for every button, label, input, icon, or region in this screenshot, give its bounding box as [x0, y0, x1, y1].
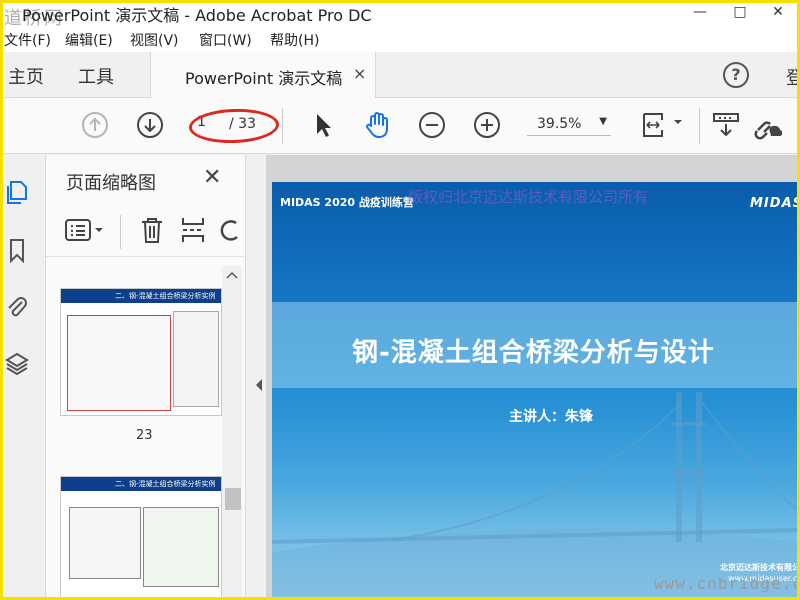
panel-title: 页面缩略图 — [66, 173, 156, 194]
panel-divider — [120, 215, 121, 249]
toolbar-divider — [282, 108, 283, 144]
thumbnails-panel: 页面缩略图 ✕ 二、钢-混凝土组合桥梁分析实例 23 二、钢-混凝土组合桥梁分析… — [46, 155, 246, 600]
page-thumbnails-icon[interactable] — [4, 179, 30, 205]
attachment-icon[interactable] — [4, 293, 30, 319]
maximize-button[interactable]: □ — [720, 0, 760, 26]
thumb-dialog-2 — [143, 507, 219, 587]
hand-tool-icon[interactable] — [362, 110, 392, 140]
options-menu-icon[interactable] — [64, 217, 110, 245]
scroll-up-icon[interactable] — [226, 270, 238, 280]
copyright-watermark: 版权归北京迈达斯技术有限公司所有 — [408, 188, 649, 206]
zoom-value: 39.5% — [537, 116, 582, 132]
red-highlight-oval — [188, 107, 280, 145]
signin-link[interactable]: 登 — [786, 64, 800, 90]
thumb-dialog — [67, 315, 171, 411]
select-cursor-icon[interactable] — [308, 110, 338, 140]
close-tab-icon[interactable]: × — [353, 64, 366, 83]
bookmark-icon[interactable] — [4, 237, 30, 263]
tab-document[interactable]: PowerPoint 演示文稿 × — [150, 52, 376, 98]
window-title: PowerPoint 演示文稿 - Adobe Acrobat Pro DC — [22, 6, 372, 25]
menu-bar: 文件(F) 编辑(E) 视图(V) 窗口(W) 帮助(H) — [0, 26, 800, 52]
insert-page-icon[interactable] — [179, 215, 207, 245]
slide-header: MIDAS 2020 战疫训练营 — [280, 196, 414, 209]
scrollbar-thumb[interactable] — [225, 488, 241, 510]
toolbar: 1 / 33 39.5% ▼ — [0, 98, 800, 154]
panel-toolbar — [46, 207, 246, 257]
minimize-button[interactable]: — — [680, 0, 720, 26]
next-page-icon[interactable] — [135, 110, 165, 140]
zoom-in-icon[interactable] — [472, 110, 502, 140]
layers-icon[interactable] — [4, 351, 30, 377]
title-bar: 道桥网 PowerPoint 演示文稿 - Adobe Acrobat Pro … — [0, 0, 800, 29]
menu-file[interactable]: 文件(F) — [4, 30, 51, 50]
slide-title: 钢-混凝土组合桥梁分析与设计 — [352, 338, 715, 368]
share-link-icon[interactable] — [752, 110, 782, 140]
keyboard-icon[interactable] — [711, 110, 741, 140]
thumb-dialog-2 — [173, 311, 219, 407]
tab-tools[interactable]: 工具 — [78, 63, 114, 89]
thumb-heading: 二、钢-混凝土组合桥梁分析实例 — [115, 292, 216, 300]
menu-view[interactable]: 视图(V) — [130, 30, 179, 50]
close-window-button[interactable]: ✕ — [758, 0, 798, 26]
chevron-down-icon: ▼ — [599, 116, 607, 127]
zoom-out-icon[interactable] — [417, 110, 447, 140]
tab-bar: 主页 工具 PowerPoint 演示文稿 × — [0, 52, 800, 98]
thumb-dialog — [69, 507, 141, 579]
slide-speaker: 主讲人：朱锋 — [509, 409, 593, 425]
thumbnail-page-23[interactable]: 二、钢-混凝土组合桥梁分析实例 — [60, 288, 222, 416]
rotate-icon[interactable] — [220, 215, 240, 245]
menu-help[interactable]: 帮助(H) — [270, 30, 319, 50]
thumbnail-page-number: 23 — [136, 428, 153, 443]
menu-edit[interactable]: 编辑(E) — [65, 30, 113, 50]
collapse-panel-icon[interactable] — [254, 378, 264, 392]
left-nav-rail — [0, 155, 46, 600]
slide-page: MIDAS 2020 战疫训练营 版权归北京迈达斯技术有限公司所有 MIDAS … — [272, 182, 800, 600]
close-panel-icon[interactable]: ✕ — [203, 165, 221, 190]
previous-page-icon[interactable] — [80, 110, 110, 140]
slide-company: 北京迈达斯技术有限公司 — [720, 563, 800, 572]
thumbnail-page-24[interactable]: 二、钢-混凝土组合桥梁分析实例 — [60, 476, 222, 600]
trash-icon[interactable] — [138, 215, 166, 245]
menu-window[interactable]: 窗口(W) — [199, 30, 252, 50]
document-tab-label: PowerPoint 演示文稿 — [185, 69, 343, 88]
thumbnail-scrollbar[interactable] — [222, 266, 242, 600]
corner-watermark: www.cnbridge.cn — [654, 574, 800, 593]
midas-logo: MIDAS — [750, 196, 800, 211]
fit-page-icon[interactable] — [640, 110, 686, 140]
toolbar-divider-2 — [699, 108, 700, 144]
zoom-select[interactable]: 39.5% ▼ — [527, 114, 611, 136]
help-icon[interactable]: ? — [723, 62, 749, 88]
thumb-heading: 二、钢-混凝土组合桥梁分析实例 — [115, 480, 216, 488]
tab-home[interactable]: 主页 — [8, 63, 44, 89]
